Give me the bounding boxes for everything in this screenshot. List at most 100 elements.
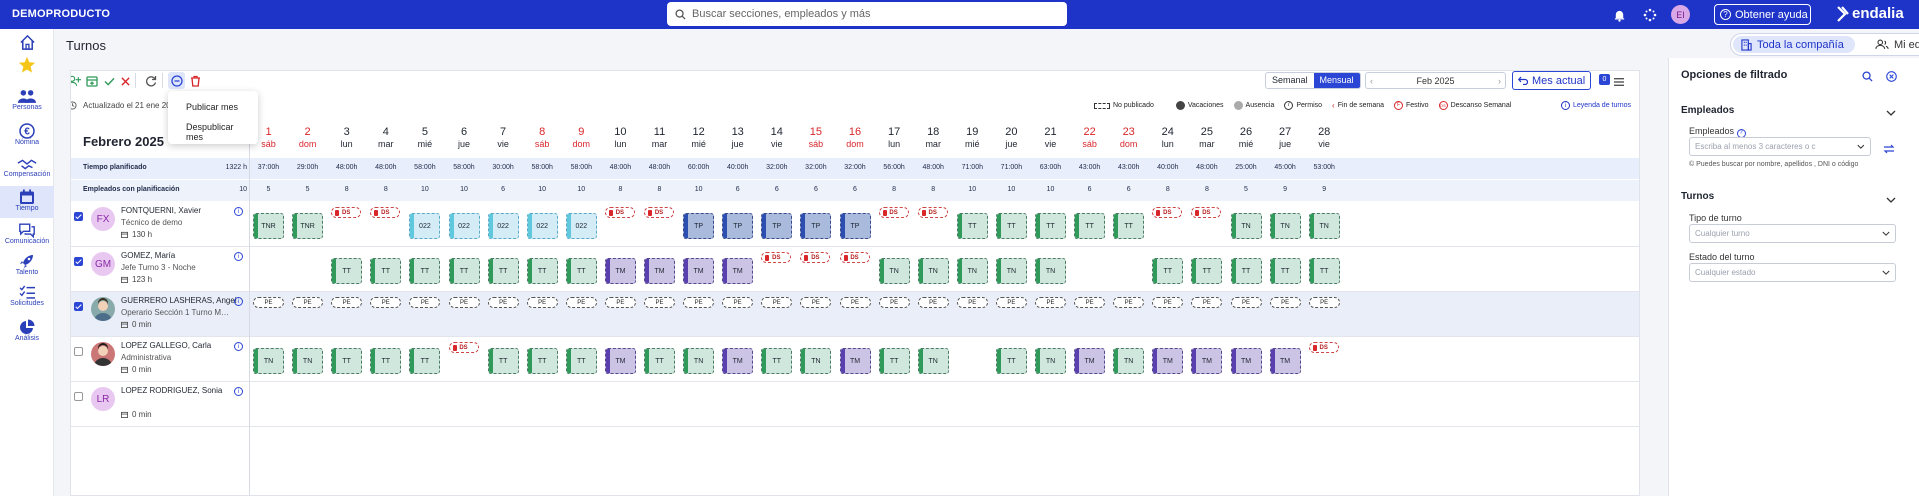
shift-cell[interactable]: TT: [1308, 258, 1340, 284]
shift-cell[interactable]: PE: [722, 297, 754, 308]
shift-cell[interactable]: TNR: [253, 213, 284, 239]
next-month-icon[interactable]: ›: [1498, 76, 1501, 86]
list-view-icon[interactable]: [1614, 74, 1624, 92]
shift-cell[interactable]: TM: [722, 348, 754, 374]
shift-cell[interactable]: TN: [1113, 348, 1145, 374]
nav-compensacion[interactable]: Compensación: [0, 157, 54, 185]
shift-cell[interactable]: PE: [370, 297, 402, 308]
shift-cell[interactable]: TP: [683, 213, 715, 239]
shift-cell[interactable]: TN: [995, 258, 1027, 284]
employee-name[interactable]: FONTQUERNI, Xavier: [121, 206, 201, 215]
shift-cell[interactable]: TM: [1230, 348, 1262, 374]
shift-cell[interactable]: TN: [800, 348, 832, 374]
shift-cell[interactable]: PE: [761, 297, 793, 308]
nav-talento[interactable]: Talento: [0, 253, 54, 281]
shift-cell[interactable]: PE: [1152, 297, 1184, 308]
swap-icon[interactable]: [1883, 141, 1895, 159]
shift-cell[interactable]: TT: [409, 348, 441, 374]
shift-cell[interactable]: TT: [526, 258, 558, 284]
shift-cell[interactable]: PE: [644, 297, 675, 308]
shift-cell[interactable]: TN: [1269, 213, 1301, 239]
row-checkbox[interactable]: [74, 347, 83, 356]
shift-cell[interactable]: TN: [1035, 348, 1066, 374]
shift-cell[interactable]: TT: [565, 348, 597, 374]
employee-info-icon[interactable]: i: [234, 387, 243, 396]
shift-cell[interactable]: TT: [956, 213, 988, 239]
shift-cell[interactable]: TP: [722, 213, 754, 239]
shifts-section-title[interactable]: Turnos: [1681, 191, 1714, 202]
shift-cell[interactable]: TM: [644, 258, 675, 284]
shift-cell[interactable]: TM: [604, 348, 636, 374]
shift-cell[interactable]: PE: [448, 297, 480, 308]
shift-cell[interactable]: PE: [604, 297, 636, 308]
shift-cell[interactable]: TN: [292, 348, 324, 374]
shift-cell[interactable]: TM: [722, 258, 754, 284]
shift-cell[interactable]: TT: [878, 348, 910, 374]
shift-cell[interactable]: TM: [1269, 348, 1301, 374]
shift-cell[interactable]: TN: [917, 258, 949, 284]
shift-cell[interactable]: PE: [526, 297, 558, 308]
shift-cell[interactable]: PE: [917, 297, 949, 308]
shift-cell[interactable]: PE: [1308, 297, 1340, 308]
row-checkbox[interactable]: [74, 257, 83, 266]
shift-cell[interactable]: TT: [995, 348, 1027, 374]
filter-search-icon[interactable]: [1862, 69, 1873, 87]
shift-cell[interactable]: DS: [1308, 342, 1339, 353]
nav-tiempo[interactable]: Tiempo: [0, 186, 54, 218]
shift-cell[interactable]: 022: [565, 213, 597, 239]
employee-row[interactable]: LR LOPEZ RODRIGUEZ, Sonia 0 min i: [71, 382, 1639, 427]
shift-cell[interactable]: DS: [604, 207, 635, 218]
nav-personas[interactable]: Personas: [0, 89, 54, 117]
shift-cell[interactable]: TN: [1230, 213, 1262, 239]
shift-cell[interactable]: TT: [370, 348, 402, 374]
shift-cell[interactable]: DS: [917, 207, 948, 218]
shift-cell[interactable]: TN: [253, 348, 284, 374]
employees-section-title[interactable]: Empleados: [1681, 105, 1734, 116]
publish-menu-icon[interactable]: [168, 72, 185, 89]
shift-cell[interactable]: TN: [956, 258, 988, 284]
help-button[interactable]: ? Obtener ayuda: [1714, 4, 1811, 25]
employee-row[interactable]: FX FONTQUERNI, Xavier Técnico de demo 130 h…: [71, 202, 1639, 247]
employees-search-field[interactable]: [1695, 142, 1858, 151]
shift-cell[interactable]: TN: [1308, 213, 1340, 239]
shift-cell[interactable]: TT: [1113, 213, 1145, 239]
shift-cell[interactable]: DS: [878, 207, 909, 218]
shift-cell[interactable]: DS: [1152, 207, 1183, 218]
apps-spinner-icon[interactable]: [1641, 6, 1659, 24]
nav-comunicacion[interactable]: Comunicación: [0, 222, 54, 250]
employee-row[interactable]: GM GOMEZ, María Jefe Turno 3 - Noche 123 h i…: [71, 247, 1639, 292]
shift-cell[interactable]: DS: [1191, 207, 1222, 218]
scope-company-tab[interactable]: Toda la compañía: [1733, 36, 1855, 53]
shift-cell[interactable]: TT: [1191, 258, 1223, 284]
shift-cell[interactable]: 022: [409, 213, 441, 239]
close-panel-icon[interactable]: [1886, 69, 1897, 87]
global-search[interactable]: [667, 2, 1067, 26]
shift-cell[interactable]: TM: [604, 258, 636, 284]
shift-cell[interactable]: TM: [683, 258, 715, 284]
shift-cell[interactable]: PE: [878, 297, 910, 308]
shift-cell[interactable]: TM: [1152, 348, 1184, 374]
shift-cell[interactable]: TP: [839, 213, 871, 239]
shift-cell[interactable]: TT: [1035, 213, 1066, 239]
shift-cell[interactable]: PE: [1191, 297, 1223, 308]
add-calendar-icon[interactable]: [85, 74, 99, 88]
close-icon[interactable]: [118, 74, 132, 88]
shift-cell[interactable]: PE: [800, 297, 832, 308]
shift-cell[interactable]: PE: [683, 297, 715, 308]
shift-cell[interactable]: TN: [1035, 258, 1066, 284]
shift-cell[interactable]: PE: [1113, 297, 1145, 308]
shift-cell[interactable]: PE: [1074, 297, 1106, 308]
nav-analisis[interactable]: Análisis: [0, 319, 54, 347]
shift-cell[interactable]: TT: [409, 258, 441, 284]
nav-nomina[interactable]: € Nómina: [0, 123, 54, 151]
shift-cell[interactable]: TT: [1230, 258, 1262, 284]
scope-team-tab[interactable]: Mi equipo: [1867, 36, 1919, 53]
shift-cell[interactable]: TT: [526, 348, 558, 374]
shift-cell[interactable]: TM: [1191, 348, 1223, 374]
shift-cell[interactable]: TN: [878, 258, 910, 284]
shift-cell[interactable]: DS: [761, 252, 792, 263]
shift-cell[interactable]: TT: [448, 258, 480, 284]
shift-cell[interactable]: PE: [995, 297, 1027, 308]
shift-cell[interactable]: PE: [1035, 297, 1066, 308]
monthly-view-button[interactable]: Mensual: [1313, 73, 1360, 88]
